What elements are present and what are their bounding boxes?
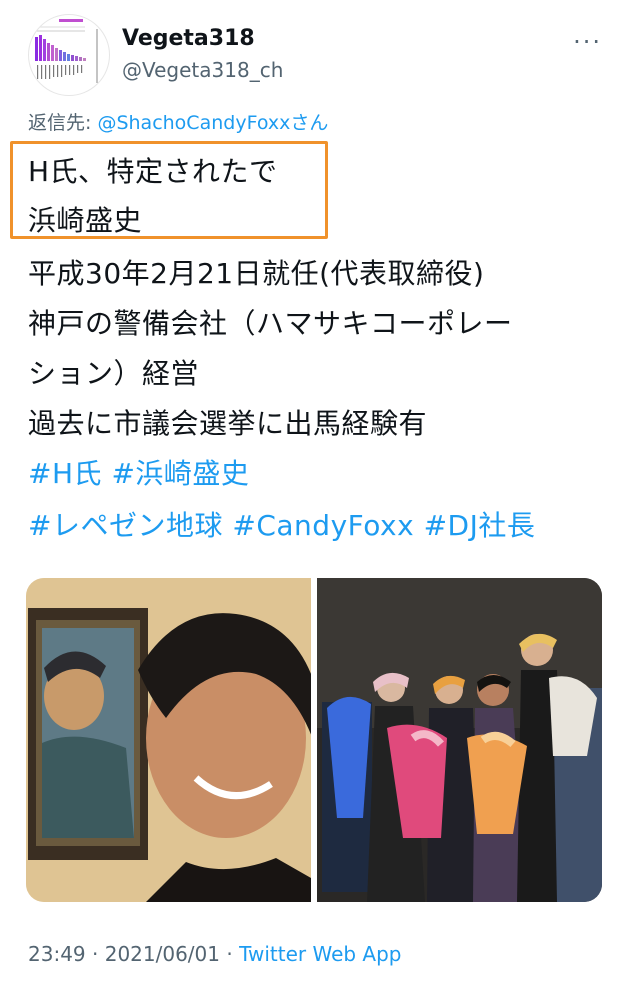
hashtag-link[interactable]: #H氏 bbox=[28, 457, 102, 490]
hashtag-link[interactable]: #DJ社長 bbox=[424, 509, 536, 542]
author-name[interactable]: Vegeta318 bbox=[122, 26, 255, 51]
more-dots-icon[interactable]: ··· bbox=[573, 28, 602, 56]
reply-mention-link[interactable]: @ShachoCandyFoxx bbox=[97, 112, 290, 134]
author-handle[interactable]: @Vegeta318_ch bbox=[122, 58, 283, 82]
hashtag-row-1: #H氏 #浜崎盛史 bbox=[28, 452, 249, 492]
hashtag-link[interactable]: #CandyFoxx bbox=[232, 509, 414, 542]
reply-to-line: 返信先: @ShachoCandyFoxxさん bbox=[28, 108, 328, 135]
tweet-line-6: 過去に市議会選挙に出馬経験有 bbox=[28, 407, 428, 440]
tweet-date[interactable]: 2021/06/01 bbox=[105, 942, 220, 966]
tweet-line-2: 浜崎盛史 bbox=[28, 204, 143, 237]
meta-separator: · bbox=[85, 942, 105, 966]
photo-group[interactable] bbox=[317, 578, 602, 902]
hashtag-row-2: #レペゼン地球 #CandyFoxx #DJ社長 bbox=[28, 504, 535, 544]
source-app-link[interactable]: Twitter Web App bbox=[239, 942, 401, 966]
reply-prefix: 返信先: bbox=[28, 112, 98, 134]
avatar[interactable] bbox=[28, 14, 110, 96]
tweet-line-4: 神戸の警備会社（ハマサキコーポレー bbox=[28, 307, 513, 340]
hashtag-link[interactable]: #浜崎盛史 bbox=[111, 457, 249, 490]
media-grid bbox=[26, 578, 602, 902]
meta-separator: · bbox=[220, 942, 240, 966]
reply-suffix[interactable]: さん bbox=[290, 112, 328, 134]
photo-portrait[interactable] bbox=[26, 578, 311, 902]
tweet-line-3: 平成30年2月21日就任(代表取締役) bbox=[28, 257, 485, 290]
tweet-time[interactable]: 23:49 bbox=[28, 942, 86, 966]
bar-chart-avatar-icon bbox=[35, 19, 98, 83]
hashtag-link[interactable]: #レペゼン地球 bbox=[28, 509, 223, 542]
tweet-line-5: ション）経営 bbox=[28, 357, 200, 390]
tweet-meta: 23:49 · 2021/06/01 · Twitter Web App bbox=[28, 942, 402, 966]
tweet-line-1: H氏、特定されたで bbox=[28, 155, 278, 188]
